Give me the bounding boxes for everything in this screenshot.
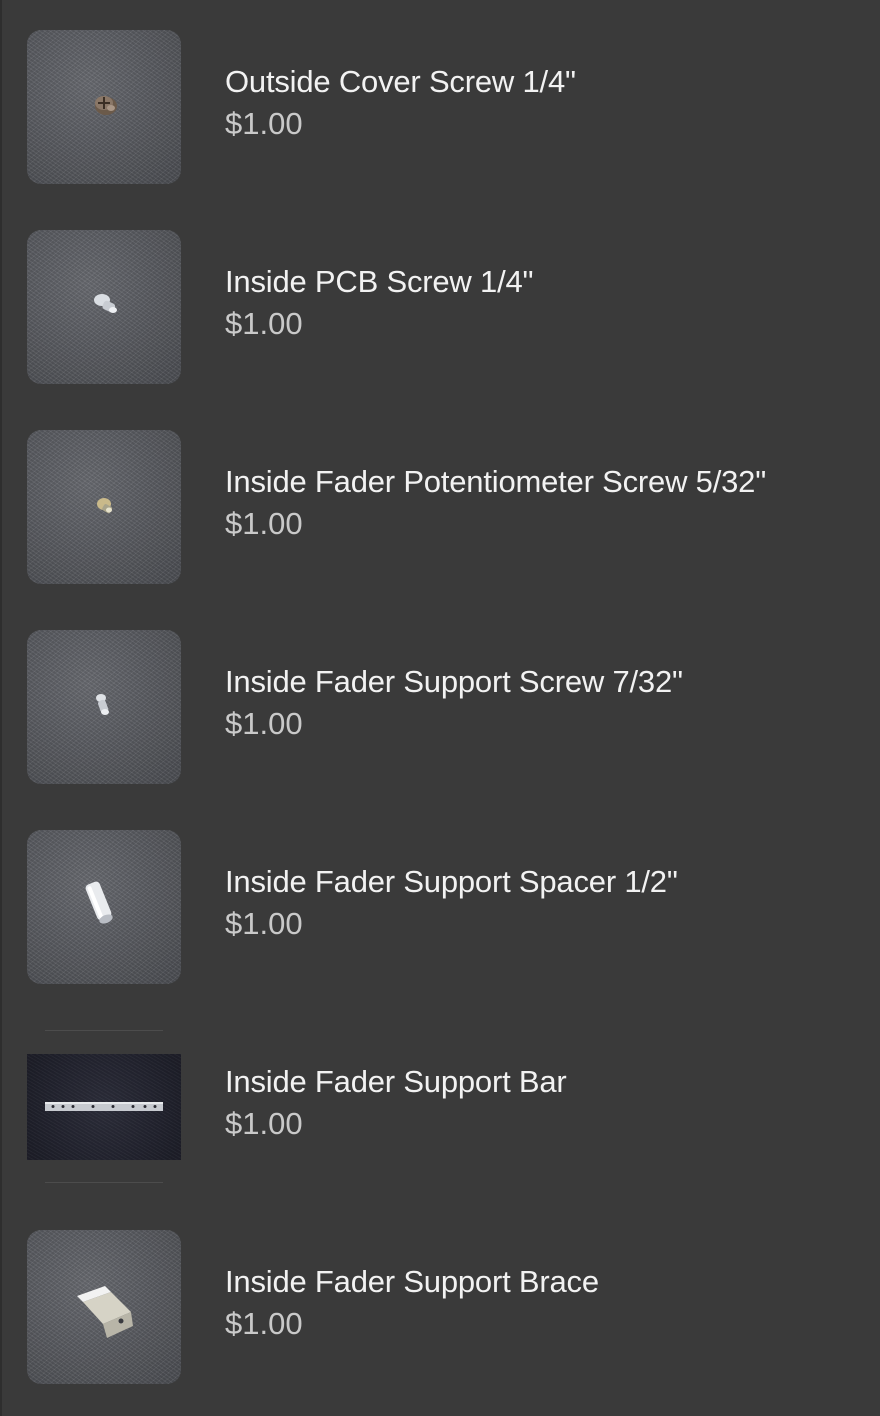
product-title[interactable]: Inside Fader Support Screw 7/32" (225, 664, 683, 700)
product-thumbnail[interactable] (27, 1230, 181, 1384)
screw-icon (94, 294, 117, 313)
product-title[interactable]: Inside Fader Support Spacer 1/2" (225, 864, 678, 900)
screw-icon (97, 498, 113, 514)
screw-icon (95, 96, 117, 115)
product-title[interactable]: Inside PCB Screw 1/4" (225, 264, 534, 300)
product-price: $1.00 (225, 706, 303, 741)
product-thumbnail[interactable] (27, 430, 181, 584)
product-price: $1.00 (225, 906, 303, 941)
product-price: $1.00 (225, 506, 303, 541)
support-bar-icon (45, 1102, 163, 1111)
brace-icon (77, 1286, 133, 1338)
list-item[interactable]: Inside Fader Support Brace $1.00 (2, 1230, 880, 1390)
list-item[interactable]: Outside Cover Screw 1/4" $1.00 (2, 30, 880, 190)
divider (45, 1182, 163, 1183)
product-thumbnail[interactable] (27, 830, 181, 984)
list-item[interactable]: Inside Fader Support Spacer 1/2" $1.00 (2, 830, 880, 990)
list-item[interactable]: Inside Fader Support Bar $1.00 (2, 1030, 880, 1190)
product-thumbnail[interactable] (27, 630, 181, 784)
product-price: $1.00 (225, 1106, 303, 1141)
list-item[interactable]: Inside Fader Support Screw 7/32" $1.00 (2, 630, 880, 790)
product-photo (27, 1054, 181, 1160)
product-title[interactable]: Inside Fader Support Brace (225, 1264, 599, 1300)
product-thumbnail[interactable] (27, 1030, 181, 1184)
product-thumbnail[interactable] (27, 30, 181, 184)
product-thumbnail[interactable] (27, 230, 181, 384)
product-list: Outside Cover Screw 1/4" $1.00 Inside PC… (0, 0, 880, 1416)
product-price: $1.00 (225, 1306, 303, 1341)
spacer-icon (85, 881, 113, 924)
list-item[interactable]: Inside Fader Potentiometer Screw 5/32" $… (2, 430, 880, 590)
product-price: $1.00 (225, 306, 303, 341)
product-title[interactable]: Outside Cover Screw 1/4" (225, 64, 576, 100)
list-item[interactable]: Inside PCB Screw 1/4" $1.00 (2, 230, 880, 390)
product-title[interactable]: Inside Fader Support Bar (225, 1064, 567, 1100)
product-price: $1.00 (225, 106, 303, 141)
product-title[interactable]: Inside Fader Potentiometer Screw 5/32" (225, 464, 766, 500)
screw-icon (96, 694, 109, 715)
divider (45, 1030, 163, 1031)
